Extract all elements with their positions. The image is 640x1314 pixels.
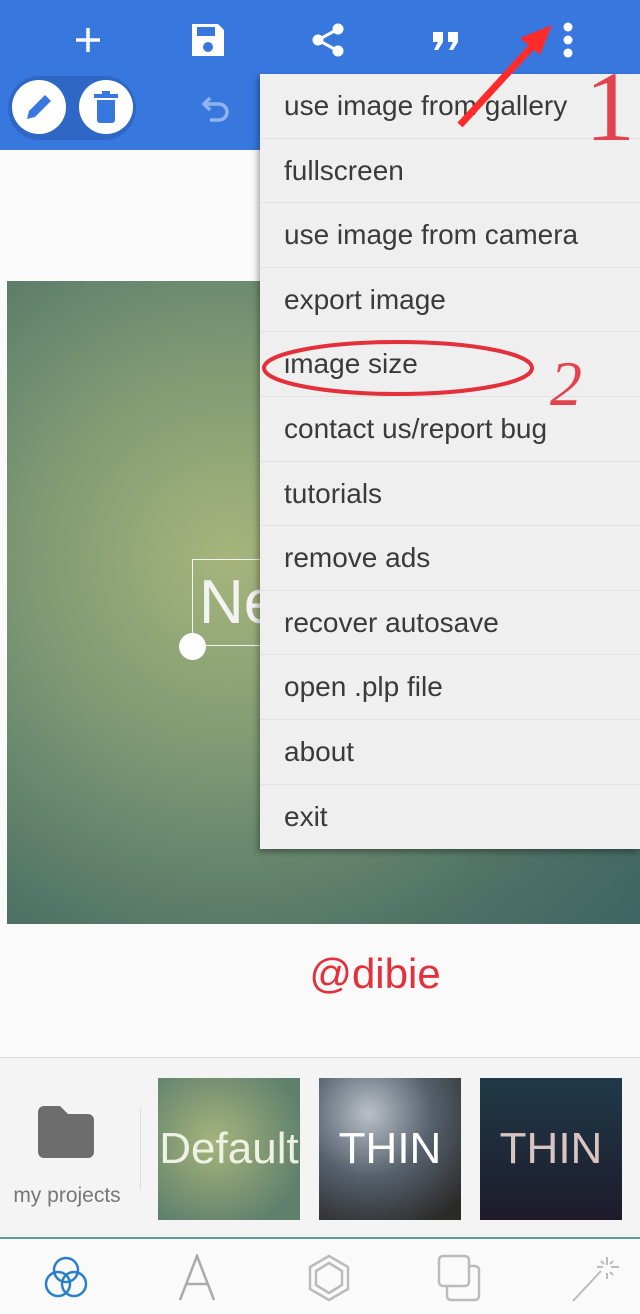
menu-item-contact[interactable]: contact us/report bug <box>260 397 640 462</box>
menu-item-image-size[interactable]: image size <box>260 332 640 397</box>
menu-item-open-plp[interactable]: open .plp file <box>260 655 640 720</box>
layers-icon[interactable] <box>420 1241 500 1314</box>
menu-item-camera[interactable]: use image from camera <box>260 203 640 268</box>
resize-handle[interactable] <box>179 633 206 660</box>
template-default[interactable]: Default <box>158 1078 300 1220</box>
undo-icon[interactable] <box>195 86 239 130</box>
menu-item-fullscreen[interactable]: fullscreen <box>260 139 640 204</box>
menu-item-gallery[interactable]: use image from gallery <box>260 74 640 139</box>
template-label: Default <box>159 1124 299 1173</box>
plus-icon[interactable] <box>66 18 110 62</box>
quote-icon[interactable] <box>424 18 468 62</box>
shape-icon[interactable] <box>289 1241 369 1314</box>
template-thin-dark[interactable]: THIN <box>480 1078 622 1220</box>
blend-icon[interactable] <box>26 1241 106 1314</box>
menu-item-remove-ads[interactable]: remove ads <box>260 526 640 591</box>
folder-icon <box>38 1106 94 1158</box>
overflow-menu: use image from gallery fullscreen use im… <box>260 74 640 849</box>
my-projects-button[interactable]: my projects <box>0 1058 134 1240</box>
divider <box>140 1108 141 1190</box>
template-label: THIN <box>499 1124 603 1173</box>
menu-item-tutorials[interactable]: tutorials <box>260 462 640 527</box>
bottom-nav <box>0 1241 640 1314</box>
text-icon[interactable] <box>157 1241 237 1314</box>
template-label: THIN <box>338 1124 442 1173</box>
my-projects-label: my projects <box>13 1184 121 1207</box>
more-vert-icon[interactable] <box>546 18 590 62</box>
menu-item-about[interactable]: about <box>260 720 640 785</box>
magic-wand-icon[interactable] <box>556 1241 636 1314</box>
save-icon[interactable] <box>186 18 230 62</box>
trash-icon[interactable] <box>79 80 133 134</box>
watermark: @dibie <box>309 950 441 997</box>
template-strip: my projects Default THIN THIN <box>0 1057 640 1239</box>
menu-item-export[interactable]: export image <box>260 268 640 333</box>
menu-item-recover[interactable]: recover autosave <box>260 591 640 656</box>
pencil-icon[interactable] <box>12 80 66 134</box>
menu-item-exit[interactable]: exit <box>260 785 640 850</box>
template-thin-bokeh[interactable]: THIN <box>319 1078 461 1220</box>
share-icon[interactable] <box>306 18 350 62</box>
